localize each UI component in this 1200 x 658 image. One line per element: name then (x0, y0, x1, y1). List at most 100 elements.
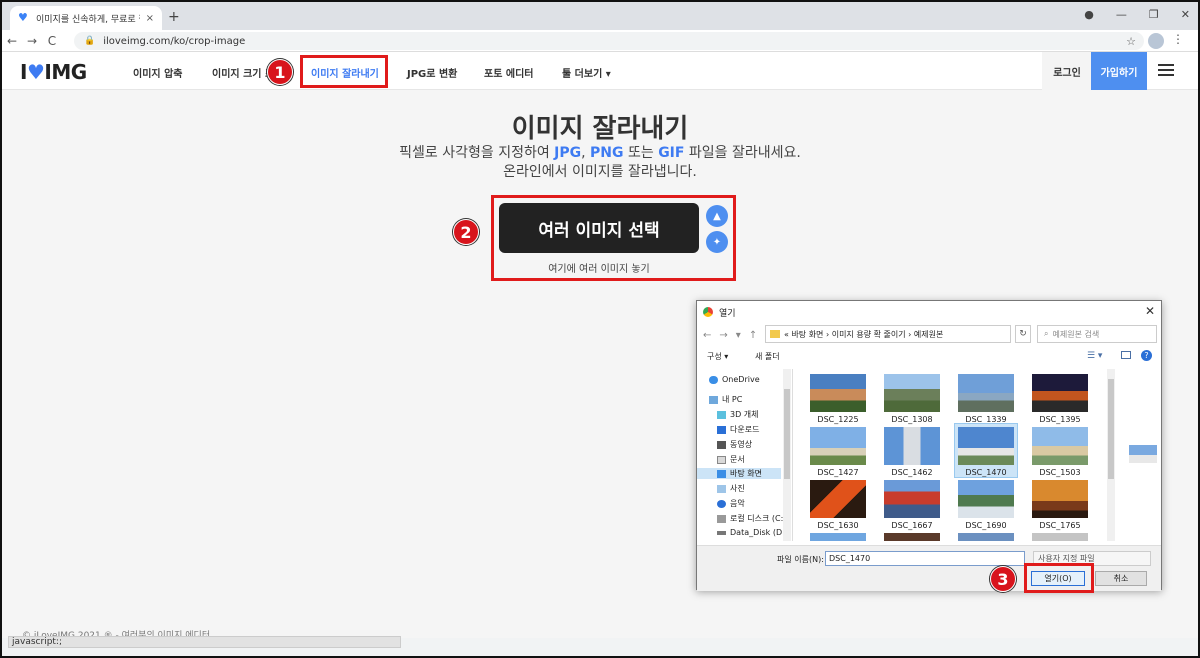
heart-icon: ♥ (26, 60, 45, 84)
maximize-button[interactable]: ❐ (1149, 8, 1159, 21)
file-item[interactable] (881, 530, 943, 541)
file-item[interactable]: DSC_1503 (1029, 424, 1091, 477)
dialog-recent-icon[interactable]: ▾ (736, 330, 741, 341)
back-button[interactable]: ← (2, 34, 22, 48)
file-item[interactable]: DSC_1395 (1029, 371, 1091, 424)
dialog-nav-arrows: ← → ▾ ↑ (703, 330, 763, 341)
file-name: DSC_1765 (1039, 521, 1081, 530)
minimize-button[interactable]: — (1116, 8, 1127, 21)
tree-item-this-pc[interactable]: 내 PC (709, 394, 742, 405)
tree-label: 내 PC (722, 395, 743, 404)
highlight-box-3 (1024, 563, 1094, 593)
file-item[interactable] (955, 530, 1017, 541)
file-item[interactable]: DSC_1690 (955, 477, 1017, 530)
nav-photo-editor[interactable]: 포토 에디터 (484, 65, 533, 80)
file-item[interactable]: DSC_1667 (881, 477, 943, 530)
image-thumbnail (810, 427, 866, 465)
organize-button[interactable]: 구성 ▾ (707, 351, 728, 362)
preview-pane-icon[interactable] (1121, 351, 1131, 359)
nav-more-tools[interactable]: 툴 더보기 ▾ (562, 65, 611, 80)
video-icon (717, 440, 726, 449)
highlight-box-1 (300, 55, 388, 88)
tree-scrollbar[interactable] (783, 369, 791, 541)
dialog-refresh-icon[interactable]: ↻ (1015, 325, 1031, 343)
new-folder-button[interactable]: 새 폴더 (755, 351, 780, 362)
bookmark-star-icon[interactable]: ☆ (1126, 35, 1136, 48)
file-item-selected[interactable]: DSC_1470 (954, 423, 1018, 478)
file-item[interactable] (1029, 530, 1091, 541)
nav-resize[interactable]: 이미지 크기 조 (212, 65, 274, 80)
tree-item-local-disk[interactable]: 로컬 디스크 (C:) (717, 513, 786, 524)
close-window-button[interactable]: ✕ (1181, 8, 1190, 21)
hamburger-menu-icon[interactable] (1158, 64, 1174, 77)
url-text: iloveimg.com/ko/crop-image (103, 35, 246, 47)
file-item[interactable]: DSC_1630 (807, 477, 869, 530)
tree-item-documents[interactable]: 문서 (717, 454, 745, 465)
tree-item-onedrive[interactable]: OneDrive (709, 375, 760, 384)
dialog-up-icon[interactable]: ↑ (749, 330, 757, 341)
browser-menu-icon[interactable]: ⋮ (1172, 32, 1184, 46)
tree-item-music[interactable]: 음악 (717, 498, 745, 509)
file-name: DSC_1470 (965, 468, 1007, 477)
dialog-forward-icon[interactable]: → (719, 330, 727, 341)
document-icon (717, 455, 726, 464)
tree-item-data-disk[interactable]: Data_Disk (D:) (717, 528, 788, 537)
signup-button[interactable]: 가입하기 (1091, 52, 1147, 90)
dialog-address-row: ← → ▾ ↑ « 바탕 화면 › 이미지 용량 확 줄이기 › 예제원본 ↻ … (703, 325, 1157, 345)
file-item[interactable]: DSC_1225 (807, 371, 869, 424)
dialog-breadcrumb[interactable]: « 바탕 화면 › 이미지 용량 확 줄이기 › 예제원본 (765, 325, 1011, 343)
file-name: DSC_1395 (1039, 415, 1081, 424)
music-icon (717, 499, 726, 508)
page-title: 이미지 잘라내기 (511, 114, 689, 144)
dialog-close-button[interactable]: ✕ (1145, 304, 1155, 318)
cancel-button[interactable]: 취소 (1095, 571, 1147, 586)
image-thumbnail (958, 374, 1014, 412)
profile-avatar[interactable] (1148, 33, 1164, 49)
file-item[interactable] (807, 530, 869, 541)
file-item[interactable]: DSC_1765 (1029, 477, 1091, 530)
address-bar[interactable]: 🔒 iloveimg.com/ko/crop-image ☆ (74, 32, 1144, 50)
search-placeholder: 예제원본 검색 (1052, 329, 1100, 339)
dialog-title: 열기 (719, 308, 736, 319)
browser-toolbar: ← → C 🔒 iloveimg.com/ko/crop-image ☆ (2, 30, 1198, 52)
image-thumbnail (810, 533, 866, 541)
file-name: DSC_1339 (965, 415, 1007, 424)
filename-input[interactable]: DSC_1470 (825, 551, 1025, 566)
logo-text-i: I (20, 60, 27, 84)
help-icon[interactable]: ? (1141, 350, 1152, 361)
highlight-box-2 (491, 195, 736, 281)
nav-convert-jpg[interactable]: JPG로 변환 (407, 65, 457, 80)
tree-item-pictures[interactable]: 사진 (717, 483, 745, 494)
tree-item-3d[interactable]: 3D 개체 (717, 409, 759, 420)
tab-close-icon[interactable]: × (146, 13, 154, 24)
tree-item-downloads[interactable]: 다운로드 (717, 424, 759, 435)
dialog-titlebar: 열기 ✕ (697, 301, 1161, 323)
forward-button[interactable]: → (22, 34, 42, 48)
new-tab-button[interactable]: + (168, 9, 180, 25)
file-item[interactable]: DSC_1339 (955, 371, 1017, 424)
profile-dot-icon[interactable]: ● (1084, 8, 1094, 21)
reload-button[interactable]: C (42, 34, 62, 48)
tree-item-videos[interactable]: 동영상 (717, 439, 752, 450)
tab-title: 이미지를 신속하게, 무료로 잘라... (36, 14, 140, 25)
tree-label: 음악 (730, 499, 745, 508)
file-item[interactable]: DSC_1427 (807, 424, 869, 477)
file-item[interactable]: DSC_1308 (881, 371, 943, 424)
image-thumbnail (958, 427, 1014, 465)
image-thumbnail (1032, 427, 1088, 465)
view-options-icon[interactable]: ☰ ▾ (1087, 351, 1102, 361)
format-jpg: JPG (554, 145, 582, 161)
dialog-back-icon[interactable]: ← (703, 330, 711, 341)
file-grid-scrollbar[interactable] (1107, 369, 1115, 541)
file-item[interactable]: DSC_1462 (881, 424, 943, 477)
tree-item-desktop[interactable]: 바탕 화면 (697, 468, 781, 479)
nav-compress[interactable]: 이미지 압축 (133, 65, 182, 80)
browser-tab[interactable]: ♥ 이미지를 신속하게, 무료로 잘라... × (10, 6, 162, 30)
picture-icon (717, 484, 726, 493)
dialog-search-input[interactable]: ⌕ 예제원본 검색 (1037, 325, 1157, 343)
image-thumbnail (1032, 533, 1088, 541)
iloveimg-logo[interactable]: I♥IMG (20, 60, 87, 84)
folder-icon (770, 330, 780, 338)
login-button[interactable]: 로그인 (1042, 52, 1092, 90)
file-open-dialog: 열기 ✕ ← → ▾ ↑ « 바탕 화면 › 이미지 용량 확 줄이기 › 예제… (696, 300, 1162, 591)
